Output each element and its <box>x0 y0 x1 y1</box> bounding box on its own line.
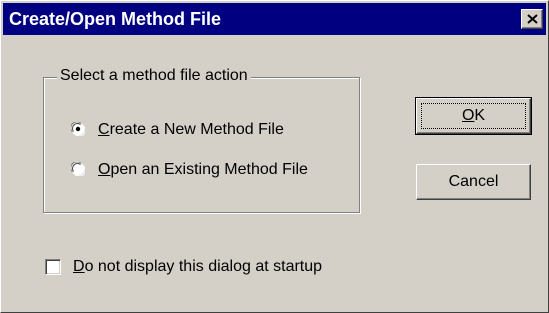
focus-rectangle <box>421 103 526 129</box>
cancel-button[interactable]: Cancel <box>416 164 531 200</box>
startup-checkbox-label: Do not display this dialog at startup <box>73 258 323 275</box>
radio-selected-icon[interactable] <box>71 122 85 136</box>
close-icon <box>527 14 538 24</box>
dialog-window: Create/Open Method File Select a method … <box>0 0 549 313</box>
title-bar[interactable]: Create/Open Method File <box>3 3 546 35</box>
radio-create-new-label: Create a New Method File <box>98 121 284 138</box>
radio-open-existing-label: Open an Existing Method File <box>98 161 308 178</box>
ok-button[interactable]: OK <box>415 97 532 135</box>
close-button[interactable] <box>521 9 543 29</box>
dialog-title: Create/Open Method File <box>9 9 222 29</box>
groupbox-legend: Select a method file action <box>57 66 251 86</box>
startup-checkbox[interactable] <box>45 259 61 275</box>
method-action-groupbox <box>43 77 360 213</box>
radio-unselected-icon[interactable] <box>71 162 85 176</box>
